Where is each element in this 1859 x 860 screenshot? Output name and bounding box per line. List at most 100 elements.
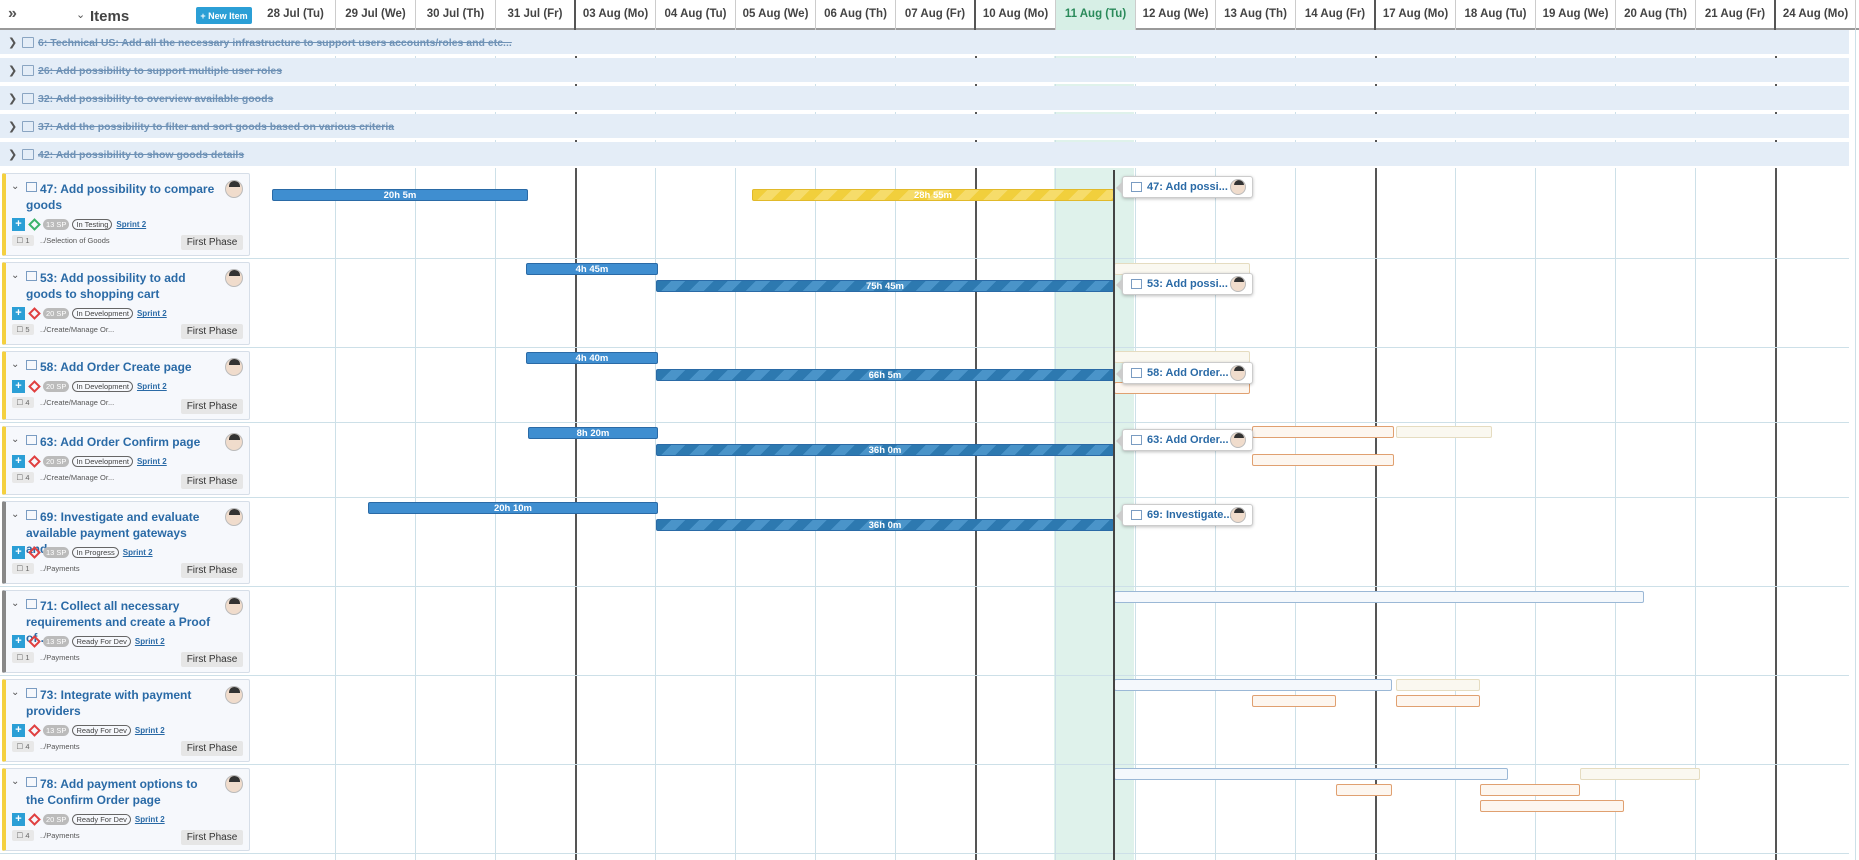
assignee-avatar[interactable] [1230, 432, 1246, 448]
chevron-right-icon[interactable]: ❯ [8, 36, 17, 49]
add-icon[interactable]: + [12, 724, 25, 738]
planned-task-bar[interactable] [1114, 768, 1508, 780]
epic-title[interactable]: 42: Add possibility to show goods detail… [38, 149, 244, 161]
subtask-count-badge[interactable]: ☐ 4 [12, 741, 34, 752]
new-item-button[interactable]: + New Item [196, 7, 252, 24]
chevron-down-icon[interactable]: ⌄ [11, 270, 19, 281]
assignee-avatar[interactable] [225, 686, 243, 704]
time-bar[interactable]: 66h 5m [656, 369, 1114, 381]
add-icon[interactable]: + [12, 813, 25, 827]
time-bar[interactable]: 20h 10m [368, 502, 658, 514]
popup-title[interactable]: 53: Add possi... [1147, 278, 1228, 290]
chevron-right-icon[interactable]: ❯ [8, 120, 17, 133]
chevron-down-icon[interactable]: ⌄ [11, 598, 19, 609]
item-popup[interactable]: 47: Add possi... [1116, 176, 1253, 198]
status-badge[interactable]: In Testing [72, 219, 113, 231]
popup-title[interactable]: 63: Add Order... [1147, 434, 1229, 446]
epic-title[interactable]: 6: Technical US: Add all the necessary i… [38, 37, 512, 49]
item-card[interactable]: ⌄ 78: Add payment options to the Confirm … [2, 768, 250, 851]
phase-badge[interactable]: First Phase [181, 399, 243, 414]
assignee-avatar[interactable] [1230, 507, 1246, 523]
item-title[interactable]: 78: Add payment options to the Confirm O… [26, 776, 218, 808]
status-badge[interactable]: Ready For Dev [72, 725, 131, 737]
item-title[interactable]: 63: Add Order Confirm page [26, 434, 218, 450]
item-card[interactable]: ⌄ 69: Investigate and evaluate available … [2, 501, 250, 584]
epic-row[interactable]: ❯ 26: Add possibility to support multiple… [0, 58, 1849, 84]
time-bar[interactable]: 28h 55m [752, 189, 1114, 201]
add-icon[interactable]: + [12, 546, 25, 560]
subtask-count-badge[interactable]: ☐ 1 [12, 235, 34, 246]
status-badge[interactable]: In Development [72, 456, 133, 468]
epic-title[interactable]: 26: Add possibility to support multiple … [38, 65, 282, 77]
assignee-avatar[interactable] [225, 775, 243, 793]
sprint-link[interactable]: Sprint 2 [137, 457, 167, 466]
add-icon[interactable]: + [12, 455, 25, 469]
assignee-avatar[interactable] [1230, 365, 1246, 381]
planned-task-bar[interactable] [1252, 695, 1336, 707]
sprint-link[interactable]: Sprint 2 [123, 548, 153, 557]
planned-task-bar[interactable] [1252, 426, 1394, 438]
chevron-down-icon[interactable]: ⌄ [76, 8, 85, 21]
phase-badge[interactable]: First Phase [181, 563, 243, 578]
item-popup[interactable]: 58: Add Order... [1116, 362, 1253, 384]
item-card[interactable]: ⌄ 73: Integrate with payment providers +13… [2, 679, 250, 762]
assignee-avatar[interactable] [225, 269, 243, 287]
expand-all-icon[interactable]: » [8, 6, 17, 22]
time-bar[interactable]: 75h 45m [656, 280, 1114, 292]
phase-badge[interactable]: First Phase [181, 324, 243, 339]
time-bar[interactable]: 36h 0m [656, 444, 1114, 456]
item-card[interactable]: ⌄ 63: Add Order Confirm page +20 SP In Deve… [2, 426, 250, 495]
item-popup[interactable]: 69: Investigate... [1116, 504, 1253, 526]
chevron-down-icon[interactable]: ⌄ [11, 509, 19, 520]
planned-task-bar[interactable] [1336, 784, 1392, 796]
planned-task-bar[interactable] [1480, 784, 1580, 796]
add-icon[interactable]: + [12, 635, 25, 649]
subtask-count-badge[interactable]: ☐ 5 [12, 324, 34, 335]
popup-title[interactable]: 47: Add possi... [1147, 181, 1228, 193]
status-badge[interactable]: Ready For Dev [72, 636, 131, 648]
subtask-count-badge[interactable]: ☐ 4 [12, 830, 34, 841]
time-bar[interactable]: 20h 5m [272, 189, 528, 201]
phase-badge[interactable]: First Phase [181, 652, 243, 667]
time-bar[interactable]: 8h 20m [528, 427, 658, 439]
epic-row[interactable]: ❯ 37: Add the possibility to filter and s… [0, 114, 1849, 140]
sprint-link[interactable]: Sprint 2 [135, 726, 165, 735]
item-card[interactable]: ⌄ 47: Add possibility to compare goods +13… [2, 173, 250, 256]
epic-row[interactable]: ❯ 6: Technical US: Add all the necessary … [0, 30, 1849, 56]
status-badge[interactable]: Ready For Dev [72, 814, 131, 826]
epic-title[interactable]: 32: Add possibility to overview availabl… [38, 93, 273, 105]
item-card[interactable]: ⌄ 71: Collect all necessary requirements … [2, 590, 250, 673]
phase-badge[interactable]: First Phase [181, 741, 243, 756]
planned-task-bar[interactable] [1252, 454, 1394, 466]
time-bar[interactable]: 36h 0m [656, 519, 1114, 531]
status-badge[interactable]: In Development [72, 381, 133, 393]
popup-title[interactable]: 69: Investigate... [1147, 509, 1233, 521]
assignee-avatar[interactable] [225, 597, 243, 615]
sprint-link[interactable]: Sprint 2 [135, 637, 165, 646]
subtask-count-badge[interactable]: ☐ 1 [12, 563, 34, 574]
planned-task-bar[interactable] [1396, 426, 1492, 438]
chevron-down-icon[interactable]: ⌄ [11, 687, 19, 698]
assignee-avatar[interactable] [225, 358, 243, 376]
status-badge[interactable]: In Development [72, 308, 133, 320]
add-icon[interactable]: + [12, 218, 25, 232]
phase-badge[interactable]: First Phase [181, 830, 243, 845]
planned-task-bar[interactable] [1396, 695, 1480, 707]
popup-title[interactable]: 58: Add Order... [1147, 367, 1229, 379]
add-icon[interactable]: + [12, 380, 25, 394]
item-title[interactable]: 47: Add possibility to compare goods [26, 181, 218, 213]
planned-task-bar[interactable] [1114, 679, 1392, 691]
chevron-right-icon[interactable]: ❯ [8, 64, 17, 77]
sprint-link[interactable]: Sprint 2 [137, 382, 167, 391]
chevron-down-icon[interactable]: ⌄ [11, 776, 19, 787]
item-title[interactable]: 58: Add Order Create page [26, 359, 218, 375]
add-icon[interactable]: + [12, 307, 25, 321]
chevron-down-icon[interactable]: ⌄ [11, 181, 19, 192]
item-popup[interactable]: 53: Add possi... [1116, 273, 1253, 295]
planned-task-bar[interactable] [1114, 591, 1644, 603]
chevron-down-icon[interactable]: ⌄ [11, 359, 19, 370]
item-title[interactable]: 53: Add possibility to add goods to shop… [26, 270, 218, 302]
planned-task-bar[interactable] [1396, 679, 1480, 691]
subtask-count-badge[interactable]: ☐ 1 [12, 652, 34, 663]
item-card[interactable]: ⌄ 58: Add Order Create page +20 SP In Devel… [2, 351, 250, 420]
